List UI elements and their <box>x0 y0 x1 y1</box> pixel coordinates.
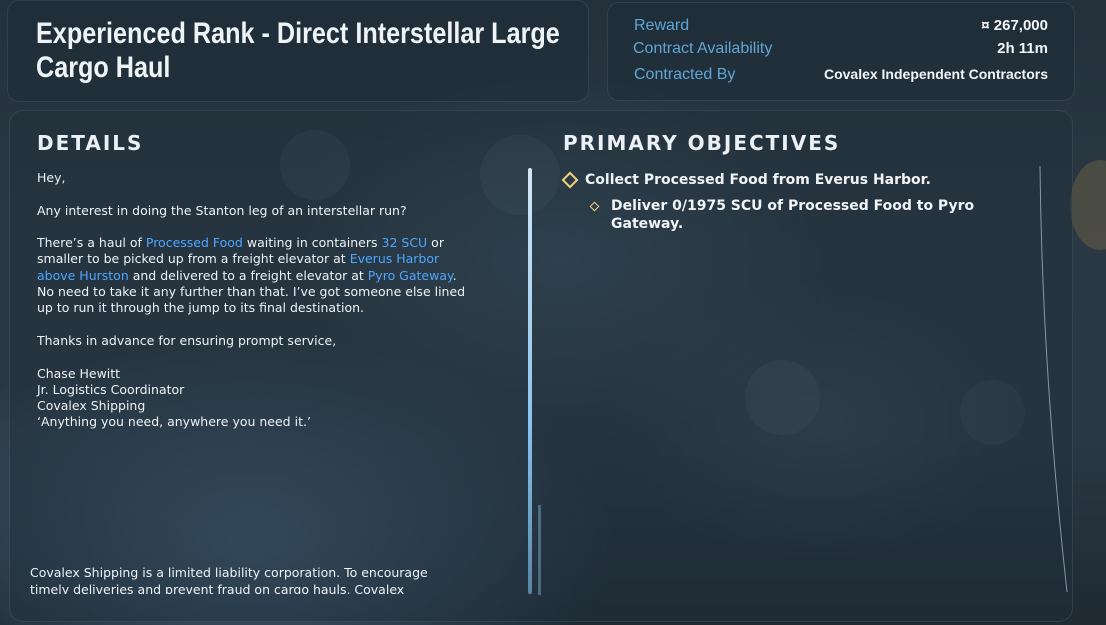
objectives-scroll-edge <box>1039 166 1068 593</box>
details-line: Any interest in doing the Stanton leg of… <box>37 202 407 218</box>
details-footer-text: Covalex Shipping is a limited liability … <box>30 565 428 594</box>
availability-value: 2h 11m <box>997 40 1048 57</box>
contracted-by-row: Contracted By Covalex Independent Contra… <box>608 66 1074 88</box>
destination-location: Pyro Gateway <box>367 267 453 283</box>
availability-row: Contract Availability 2h 11m <box>608 40 1074 62</box>
contract-title: Experienced Rank - Direct Interstellar L… <box>36 17 560 84</box>
text-span: and delivered to a freight elevator at <box>128 267 368 283</box>
primary-objective: Collect Processed Food from Everus Harbo… <box>585 172 931 188</box>
text-span: waiting in containers <box>242 235 382 251</box>
details-body[interactable]: Hey, Any interest in doing the Stanton l… <box>37 170 467 431</box>
objectives-heading: PRIMARY OBJECTIVES <box>563 131 841 155</box>
text-span: There’s a haul of <box>37 235 146 251</box>
details-thanks: Thanks in advance for ensuring prompt se… <box>37 332 337 348</box>
reward-label: Reward <box>634 17 690 34</box>
details-paragraph: There’s a haul of Processed Food waiting… <box>37 235 467 316</box>
signature-title: Jr. Logistics Coordinator <box>37 381 185 397</box>
contract-info-panel: Reward ¤ 267,000 Contract Availability 2… <box>607 2 1075 101</box>
availability-label: Contract Availability <box>633 40 773 57</box>
signature-motto: ‘Anything you need, anywhere you need it… <box>37 414 311 430</box>
bg-glow <box>1070 160 1106 250</box>
details-greeting: Hey, <box>37 170 66 185</box>
details-scrollbar-track <box>538 505 541 595</box>
reward-value: ¤ 267,000 <box>981 17 1048 34</box>
signature-name: Chase Hewitt <box>37 365 121 381</box>
container-size: 32 SCU <box>381 235 428 251</box>
contract-title-panel: Experienced Rank - Direct Interstellar L… <box>7 0 589 102</box>
reward-row: Reward ¤ 267,000 <box>608 17 1074 39</box>
cargo-link: Processed Food <box>145 235 243 251</box>
sub-objective: Deliver 0/1975 SCU of Processed Food to … <box>611 198 975 232</box>
contracted-by-label: Contracted By <box>634 66 736 83</box>
signature-company: Covalex Shipping <box>37 398 146 414</box>
contracted-by-value: Covalex Independent Contractors <box>823 66 1048 82</box>
details-heading: DETAILS <box>37 131 144 155</box>
details-scrollbar[interactable] <box>528 168 532 594</box>
